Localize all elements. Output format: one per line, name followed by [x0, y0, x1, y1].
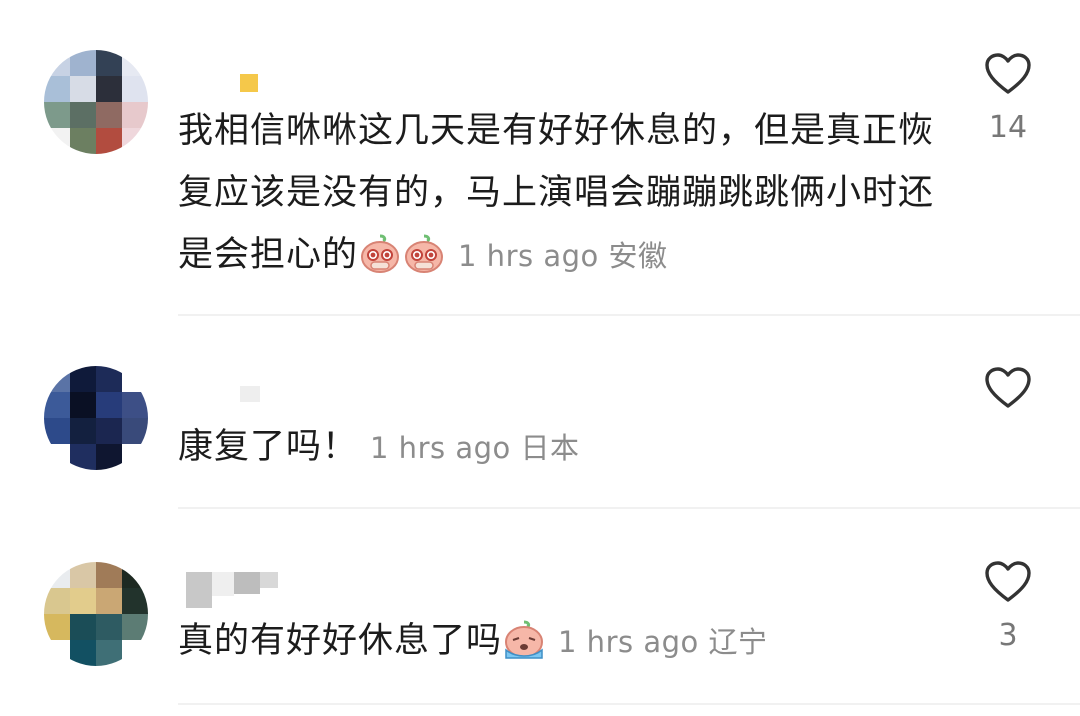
comment-location: 日本: [520, 431, 580, 465]
avatar[interactable]: [44, 562, 148, 666]
like-button[interactable]: [984, 366, 1032, 414]
comment-body: 康复了吗！: [178, 427, 359, 467]
divider: [178, 703, 1080, 705]
divider: [178, 314, 1080, 316]
username[interactable]: [180, 572, 290, 608]
comment-location: 安徽: [608, 239, 668, 273]
comment-text: 康复了吗！ 1 hrs ago 日本: [178, 416, 948, 479]
like-count: 14: [988, 110, 1028, 145]
comment-meta: 1 hrs ago 日本: [370, 431, 579, 465]
comment-body: 真的有好好休息了吗: [178, 621, 503, 661]
comment-time: 1 hrs ago: [458, 239, 599, 273]
like-button[interactable]: [984, 52, 1032, 100]
comment-location: 辽宁: [708, 625, 768, 659]
comment-text: 真的有好好休息了吗 1 hrs ago 辽宁: [178, 610, 948, 673]
heart-outline-icon[interactable]: [984, 53, 1032, 100]
divider: [178, 507, 1080, 509]
username[interactable]: [180, 384, 280, 418]
comment-meta: 1 hrs ago 安徽: [458, 239, 667, 273]
blushing-face-emoji: [403, 232, 445, 274]
comment-meta: 1 hrs ago 辽宁: [558, 625, 767, 659]
like-button[interactable]: [984, 560, 1032, 608]
heart-outline-icon[interactable]: [984, 367, 1032, 414]
avatar[interactable]: [44, 50, 148, 154]
comment-text: 我相信咻咻这几天是有好好休息的，但是真正恢复应该是没有的，马上演唱会蹦蹦跳跳俩小…: [178, 100, 948, 287]
comment-time: 1 hrs ago: [558, 625, 699, 659]
blushing-face-emoji: [359, 232, 401, 274]
comment-time: 1 hrs ago: [370, 431, 511, 465]
comment-item: 我相信咻咻这几天是有好好休息的，但是真正恢复应该是没有的，马上演唱会蹦蹦跳跳俩小…: [0, 0, 1080, 318]
heart-outline-icon[interactable]: [984, 561, 1032, 608]
comment-item: 真的有好好休息了吗 1 hrs ago 辽宁 3: [0, 510, 1080, 716]
username[interactable]: [180, 70, 300, 104]
avatar[interactable]: [44, 366, 148, 470]
crying-face-emoji: [503, 618, 545, 660]
comment-item: 康复了吗！ 1 hrs ago 日本: [0, 318, 1080, 510]
like-count: 3: [998, 618, 1018, 653]
